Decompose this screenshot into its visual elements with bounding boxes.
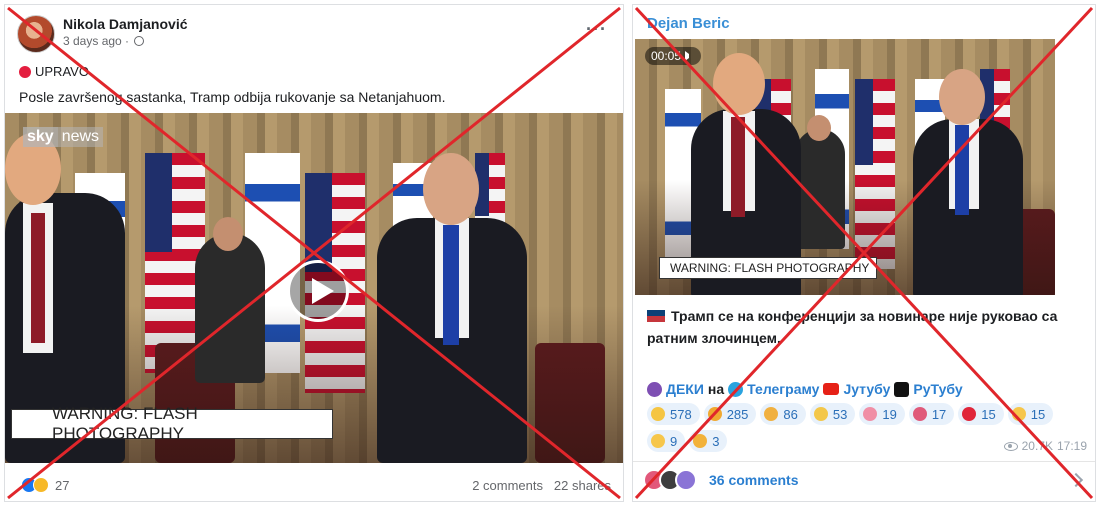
divider <box>633 461 1095 462</box>
post-time-text: 3 days ago · <box>63 34 133 48</box>
author-name[interactable]: Nikola Damjanović <box>63 15 188 33</box>
logo-part2: news <box>57 127 104 147</box>
chevron-right-icon[interactable] <box>1068 472 1084 488</box>
reaction-count: 19 <box>882 406 897 422</box>
emoji-icon <box>651 407 665 421</box>
post-meta: Nikola Damjanović 3 days ago · <box>63 15 188 55</box>
post-text-body: Трамп се на конференцији за новинаре ниј… <box>647 308 1058 346</box>
tie <box>443 225 459 345</box>
deki-link[interactable]: ДЕКИ <box>666 381 704 397</box>
tie <box>31 213 45 343</box>
logo-part1: sky <box>23 127 58 147</box>
rutube-link[interactable]: РуТубу <box>913 381 962 397</box>
shares-link[interactable]: 22 shares <box>554 478 611 493</box>
mute-icon[interactable] <box>685 51 695 61</box>
facebook-post: Nikola Damjanović 3 days ago · ··· UPRAV… <box>4 4 624 502</box>
play-icon[interactable] <box>287 260 349 322</box>
reaction-count: 3 <box>712 433 720 449</box>
reaction-count: 53 <box>832 406 848 422</box>
person-left-head <box>713 53 765 115</box>
reaction-pill[interactable]: 9 <box>647 430 686 452</box>
telegram-icon <box>728 381 744 397</box>
reaction-pill[interactable]: 53 <box>809 403 856 425</box>
emoji-icon <box>707 407 722 421</box>
view-stats: 20.7K 17:19 <box>1003 439 1087 453</box>
post-text: Posle završenog sastanka, Tramp odbija r… <box>19 89 446 105</box>
youtube-link[interactable]: Јутубу <box>843 381 890 397</box>
photographer-head <box>213 217 243 251</box>
serbia-flag-icon <box>647 310 665 322</box>
emoji-icon <box>863 407 878 421</box>
wow-reaction-icon[interactable] <box>33 477 49 493</box>
commenter-avatar <box>675 469 697 491</box>
telegram-link[interactable]: Телеграму <box>747 381 819 397</box>
reaction-pill[interactable]: 19 <box>859 403 905 425</box>
links-connector: на <box>707 381 725 397</box>
tie <box>955 125 969 215</box>
red-circle-icon <box>19 65 31 78</box>
youtube-icon <box>823 383 840 395</box>
post-header: Nikola Damjanović 3 days ago · <box>17 15 188 55</box>
comments-link[interactable]: 36 comments <box>709 472 798 488</box>
video-player[interactable]: sky news WARNING: FLASH PHOTOGRAPHY <box>5 113 623 463</box>
video-warning: WARNING: FLASH PHOTOGRAPHY <box>659 257 877 279</box>
person-right-head <box>939 69 985 125</box>
emoji-icon <box>1011 407 1026 421</box>
rutube-icon <box>894 381 910 397</box>
emoji-icon <box>651 434 665 448</box>
view-count: 20.7K <box>1021 439 1053 453</box>
tie <box>731 117 745 217</box>
reaction-pill[interactable]: 15 <box>958 403 1004 425</box>
post-footer: 27 2 comments 22 shares <box>5 467 623 501</box>
reaction-count: 9 <box>670 433 678 449</box>
comments-bar[interactable]: 36 comments <box>643 469 798 491</box>
reaction-count: 578 <box>670 406 692 422</box>
telegram-post: Dejan Beric 00:05 WARNING: FLASH PHOTOGR… <box>632 4 1096 502</box>
live-label: UPRAVO <box>19 64 89 79</box>
deki-icon <box>647 381 662 397</box>
more-options-icon[interactable]: ··· <box>586 19 607 40</box>
reaction-count: 285 <box>726 406 749 422</box>
photographer-head <box>807 115 831 141</box>
emoji-icon <box>813 407 828 421</box>
emoji-icon <box>962 407 977 421</box>
reaction-pill[interactable]: 15 <box>1007 403 1054 425</box>
eye-icon <box>1003 441 1018 451</box>
news-logo: sky news <box>23 127 104 147</box>
reaction-count[interactable]: 27 <box>55 478 69 493</box>
reaction-count: 15 <box>1030 406 1046 422</box>
reaction-count: 86 <box>783 406 798 422</box>
reaction-pill[interactable]: 578 <box>647 403 700 425</box>
video-timer[interactable]: 00:05 <box>645 47 702 65</box>
emoji-icon <box>693 434 708 448</box>
reaction-count: 17 <box>931 406 947 422</box>
channel-name[interactable]: Dejan Beric <box>647 15 730 32</box>
person-right-head <box>423 153 479 225</box>
video-warning: WARNING: FLASH PHOTOGRAPHY <box>11 404 333 443</box>
photographer <box>795 129 845 249</box>
video-player[interactable]: 00:05 WARNING: FLASH PHOTOGRAPHY <box>635 39 1055 295</box>
reaction-pill[interactable]: 285 <box>703 403 757 425</box>
emoji-icon <box>912 407 927 421</box>
comments-link[interactable]: 2 comments <box>472 478 543 493</box>
reaction-pill[interactable]: 86 <box>760 403 806 425</box>
channel-links: ДЕКИ на Телеграму Јутубу РуТубу <box>647 381 963 397</box>
live-label-text: UPRAVO <box>35 64 89 79</box>
post-text: Трамп се на конференцији за новинаре ниј… <box>647 305 1087 349</box>
photographer <box>195 233 265 383</box>
video-timer-text: 00:05 <box>651 49 682 63</box>
reaction-pill[interactable]: 17 <box>908 403 955 425</box>
globe-icon <box>134 36 145 46</box>
post-time: 17:19 <box>1056 439 1087 453</box>
emoji-icon <box>764 407 779 421</box>
reaction-pill[interactable]: 3 <box>689 430 728 452</box>
avatar[interactable] <box>17 15 55 53</box>
post-time[interactable]: 3 days ago · <box>63 33 188 49</box>
reaction-count: 15 <box>981 406 996 422</box>
